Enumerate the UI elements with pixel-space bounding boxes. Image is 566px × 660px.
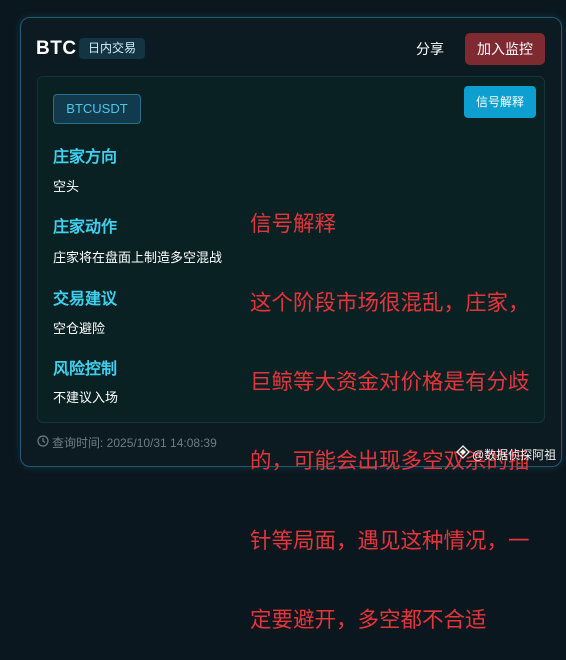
section-text-risk: 不建议入场 [53,390,119,405]
section-title-action: 庄家动作 [53,219,118,236]
section-text-action: 庄家将在盘面上制造多空混战 [53,250,223,265]
section-title-direction: 庄家方向 [53,149,118,166]
signal-explain-button[interactable]: 信号解释 [464,86,536,118]
query-time: 查询时间: 2025/10/31 14:08:39 [52,435,217,450]
section-text-direction: 空头 [53,179,80,194]
timeframe-tag: 日内交易 [79,38,146,59]
clock-icon [37,435,49,451]
section-text-advice: 空仓避险 [53,321,106,336]
share-button[interactable]: 分享 [404,35,456,63]
explanation-line: 针等局面，遇见这种情况，一 [250,528,530,553]
add-watch-button[interactable]: 加入监控 [465,33,545,65]
explanation-line: 信号解释 [250,211,337,236]
explanation-line: 巨鲸等大资金对价格是有分歧 [250,370,530,395]
watermark-text: @数据侦探阿祖 [472,447,557,462]
query-time-row: 查询时间: 2025/10/31 14:08:39 [37,434,217,450]
explanation-line: 定要避开，多空都不合适 [250,607,487,632]
coin-title: BTC [36,38,77,59]
diamond-logo-icon [456,445,470,464]
watermark: @数据侦探阿祖 [456,445,556,463]
explanation-line: 这个阶段市场很混乱，庄家， [250,291,530,316]
section-title-advice: 交易建议 [53,291,118,308]
signal-explanation-overlay: 信号解释 这个阶段市场很混乱，庄家， 巨鲸等大资金对价格是有分歧 的，可能会出现… [250,158,566,660]
section-title-risk: 风险控制 [53,361,118,378]
symbol-badge: BTCUSDT [53,94,141,124]
